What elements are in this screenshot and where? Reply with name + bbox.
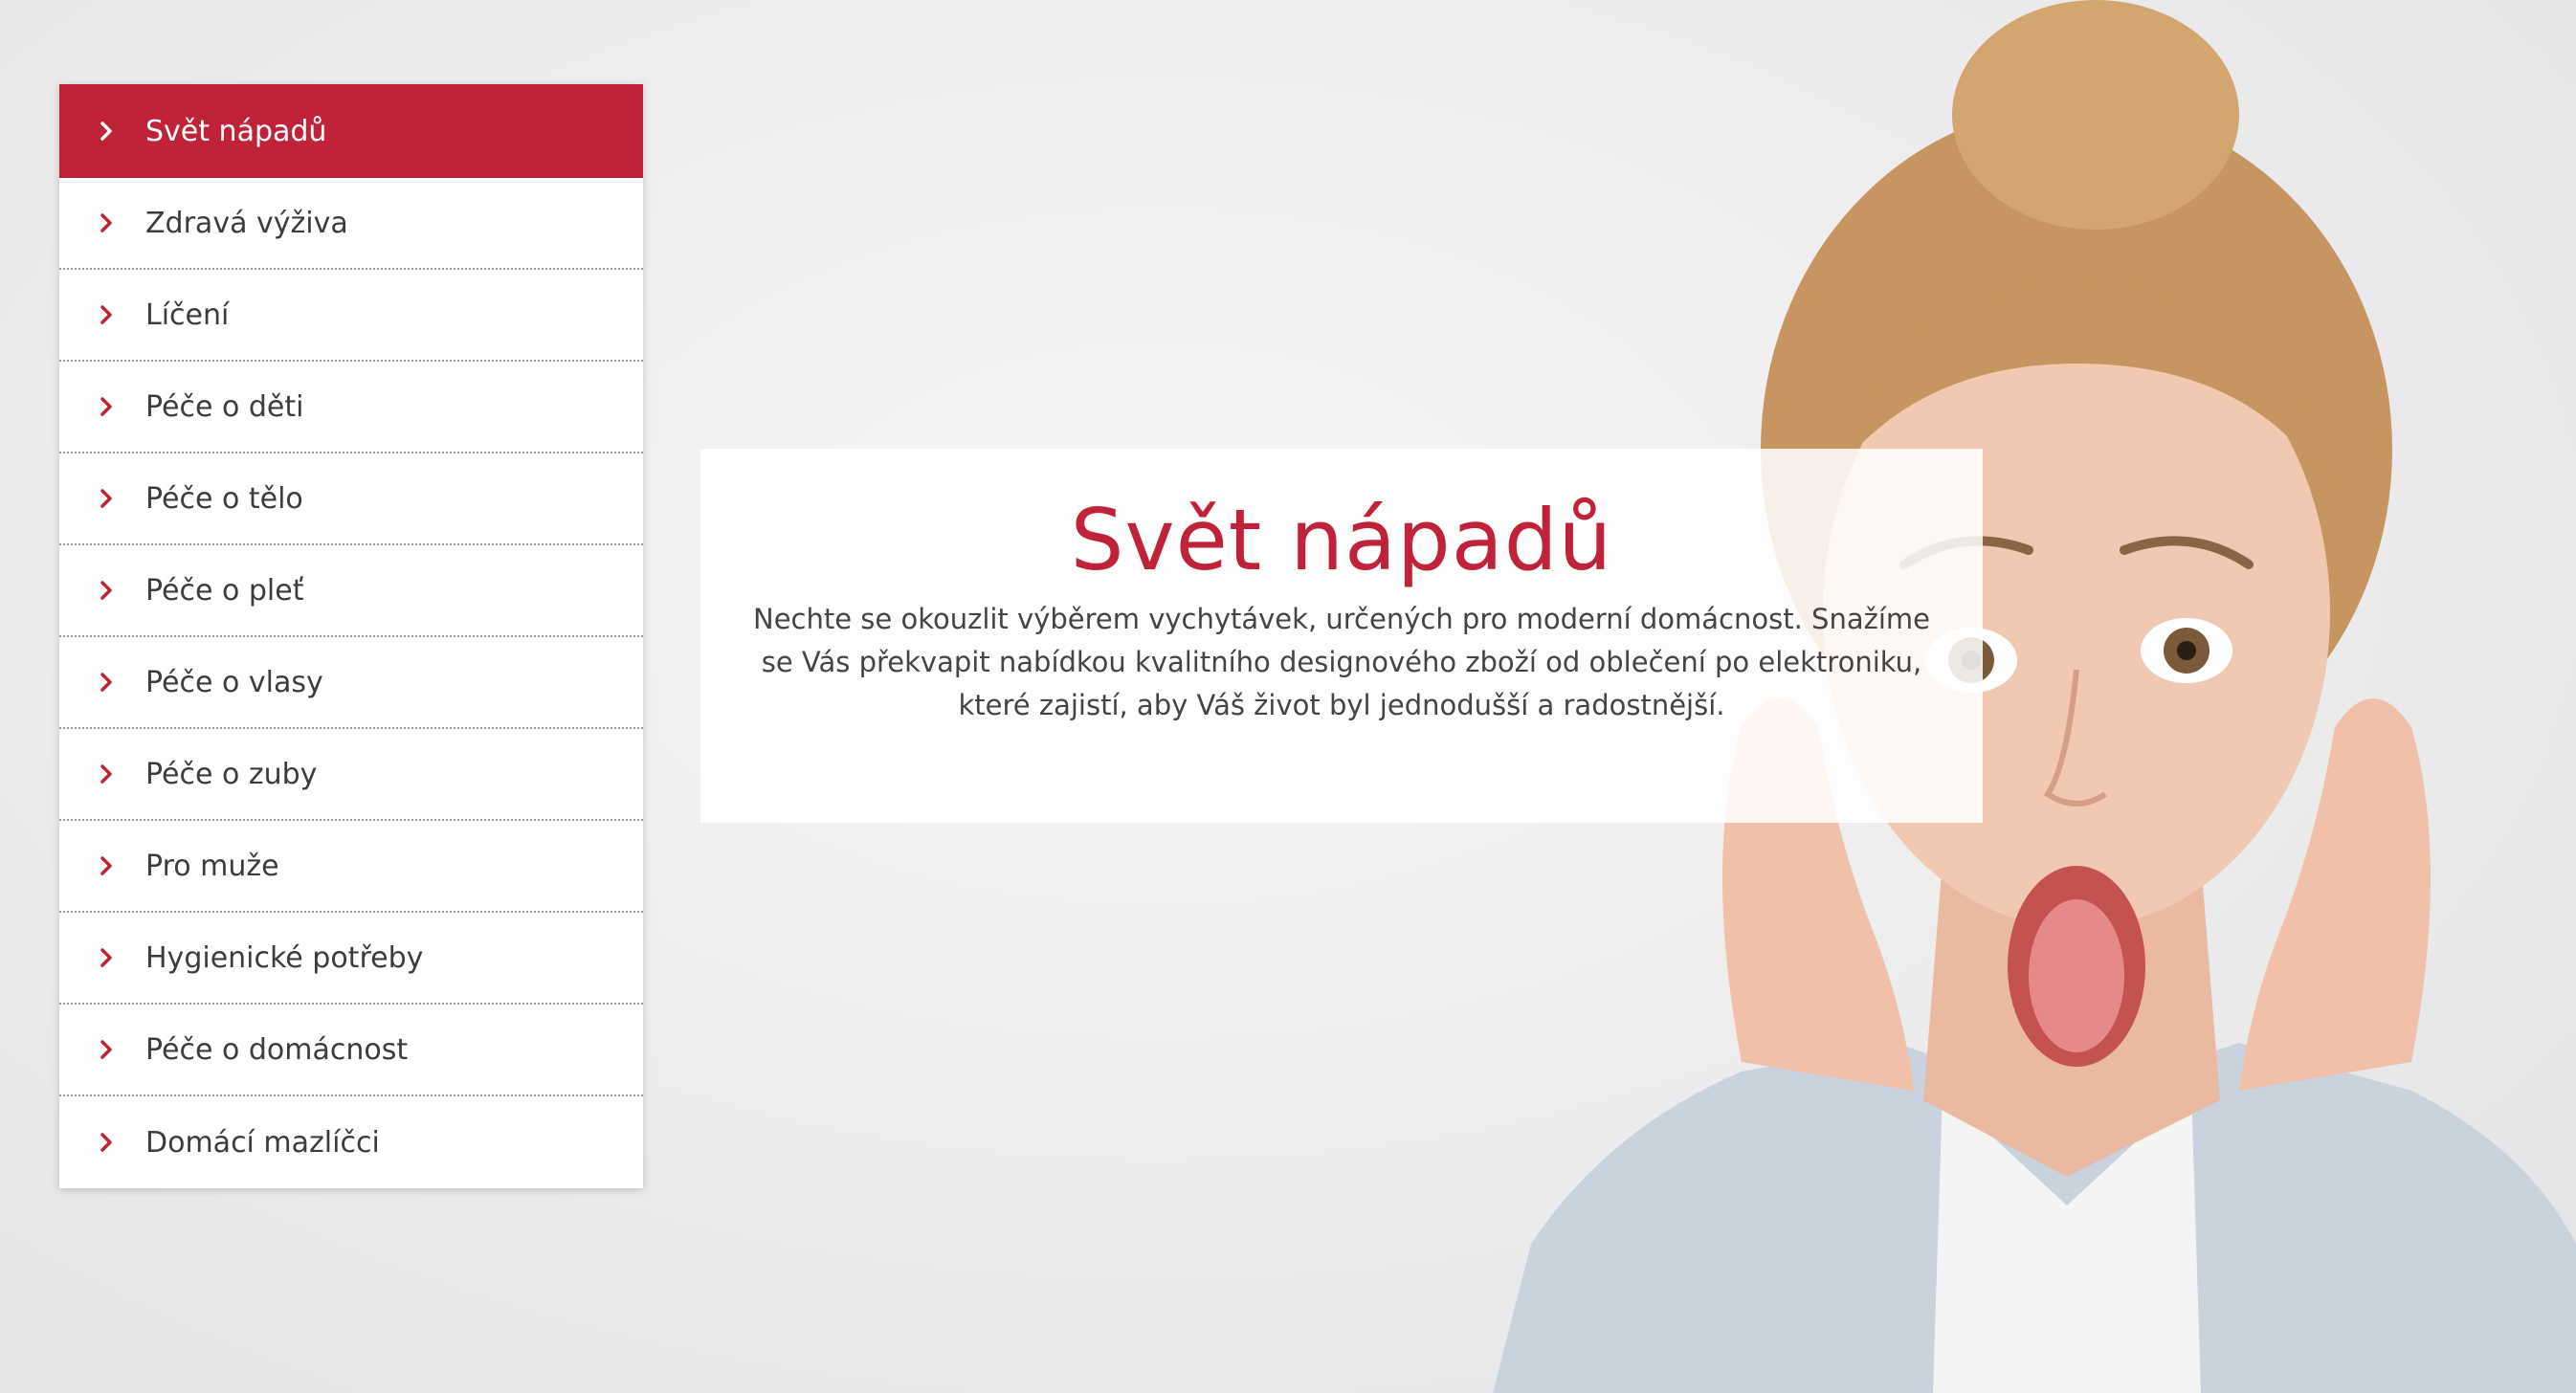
- chevron-right-icon: [92, 1128, 121, 1157]
- chevron-right-icon: [92, 392, 121, 421]
- sidebar-item-pece-o-plet[interactable]: Péče o pleť: [59, 545, 643, 637]
- sidebar-item-label: Svět nápadů: [145, 114, 327, 148]
- sidebar-item-pece-o-domacnost[interactable]: Péče o domácnost: [59, 1005, 643, 1096]
- sidebar-item-pece-o-deti[interactable]: Péče o děti: [59, 362, 643, 453]
- chevron-right-icon: [92, 576, 121, 605]
- chevron-right-icon: [92, 117, 121, 145]
- chevron-right-icon: [92, 1035, 121, 1064]
- sidebar-item-label: Péče o tělo: [145, 481, 303, 516]
- category-sidebar-menu: Svět nápadů Zdravá výživa Líčení Péče o …: [59, 84, 643, 1188]
- chevron-right-icon: [92, 851, 121, 880]
- sidebar-item-label: Zdravá výživa: [145, 206, 348, 240]
- intro-card: Svět nápadů Nechte se okouzlit výběrem v…: [700, 449, 1983, 823]
- page-title: Svět nápadů: [1070, 491, 1613, 589]
- sidebar-item-label: Pro muže: [145, 849, 279, 883]
- sidebar-item-label: Péče o zuby: [145, 757, 318, 791]
- chevron-right-icon: [92, 300, 121, 329]
- chevron-right-icon: [92, 668, 121, 696]
- sidebar-item-label: Líčení: [145, 298, 230, 332]
- sidebar-item-label: Péče o domácnost: [145, 1032, 409, 1067]
- sidebar-item-pro-muze[interactable]: Pro muže: [59, 821, 643, 913]
- chevron-right-icon: [92, 209, 121, 237]
- chevron-right-icon: [92, 484, 121, 513]
- sidebar-item-label: Domácí mazlíčci: [145, 1125, 380, 1160]
- sidebar-item-hygienicke-potreby[interactable]: Hygienické potřeby: [59, 913, 643, 1005]
- sidebar-item-label: Péče o vlasy: [145, 665, 323, 699]
- sidebar-item-domaci-mazlicci[interactable]: Domácí mazlíčci: [59, 1096, 643, 1188]
- chevron-right-icon: [92, 943, 121, 972]
- sidebar-item-liceni[interactable]: Líčení: [59, 270, 643, 362]
- chevron-right-icon: [92, 760, 121, 788]
- sidebar-item-label: Hygienické potřeby: [145, 940, 424, 975]
- sidebar-item-pece-o-vlasy[interactable]: Péče o vlasy: [59, 637, 643, 729]
- sidebar-item-label: Péče o pleť: [145, 573, 304, 608]
- sidebar-item-zdrava-vyziva[interactable]: Zdravá výživa: [59, 178, 643, 270]
- intro-description: Nechte se okouzlit výběrem vychytávek, u…: [753, 603, 1930, 722]
- sidebar-item-pece-o-zuby[interactable]: Péče o zuby: [59, 729, 643, 821]
- sidebar-item-svet-napadu[interactable]: Svět nápadů: [59, 84, 643, 178]
- sidebar-item-label: Péče o děti: [145, 389, 304, 424]
- sidebar-item-pece-o-telo[interactable]: Péče o tělo: [59, 453, 643, 545]
